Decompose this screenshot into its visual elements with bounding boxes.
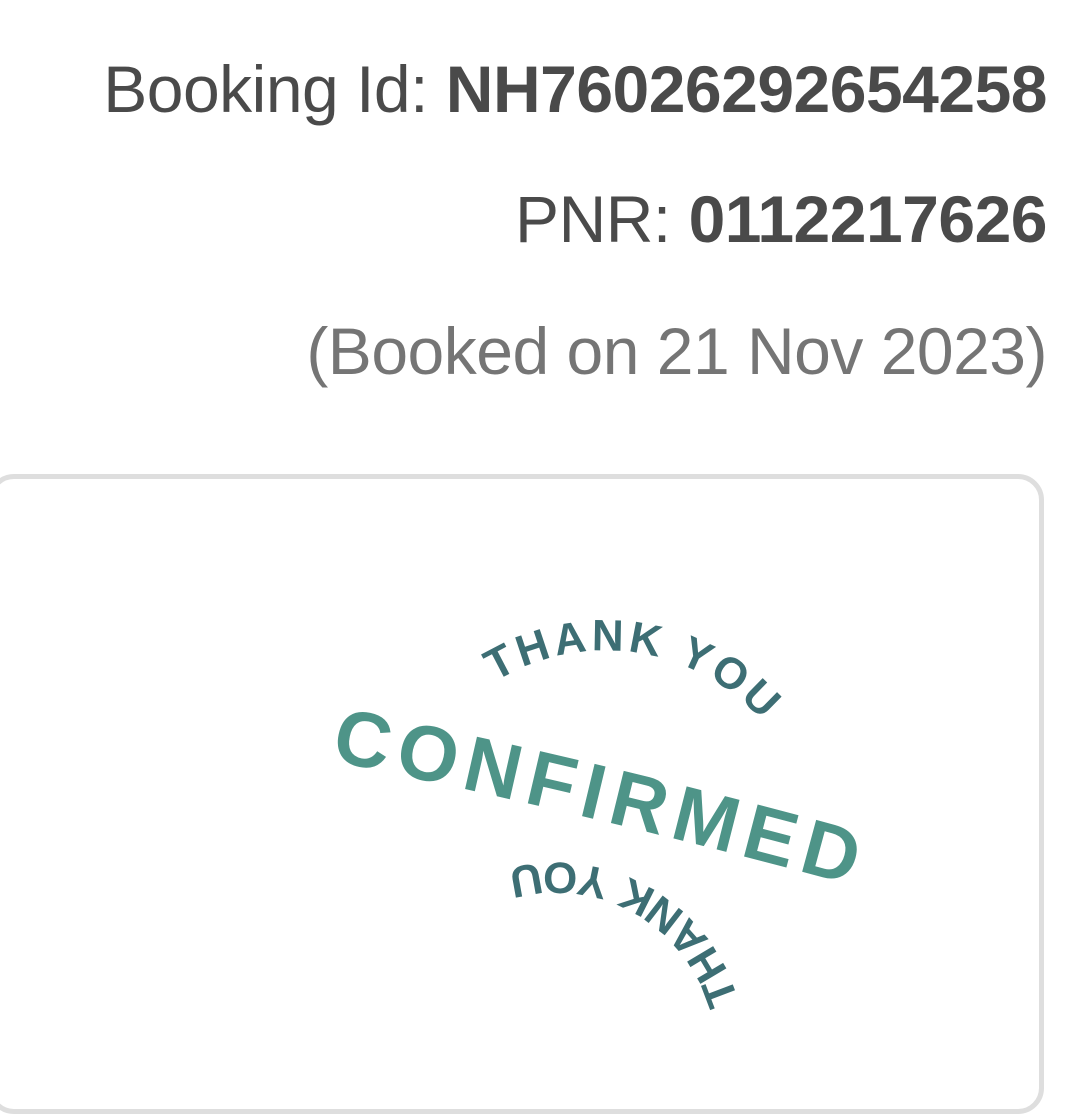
confirmed-stamp: THANK YOU CONFIRMED THANK YOU bbox=[327, 611, 870, 1013]
stamp-top-text: THANK YOU bbox=[477, 611, 793, 730]
booking-id-label: Booking Id: bbox=[103, 52, 446, 126]
pnr-label: PNR: bbox=[515, 182, 689, 256]
booked-on-date: (Booked on 21 Nov 2023) bbox=[306, 314, 1047, 388]
booking-id-value: NH76026292654258 bbox=[445, 52, 1048, 126]
booking-id-row: Booking Id: NH76026292654258 bbox=[103, 56, 1047, 122]
booking-header: Booking Id: NH76026292654258 PNR: 011221… bbox=[103, 50, 1047, 384]
stamp-bottom-text: THANK YOU bbox=[502, 852, 748, 1013]
pnr-row: PNR: 0112217626 bbox=[103, 186, 1047, 252]
pnr-value: 0112217626 bbox=[688, 182, 1048, 256]
